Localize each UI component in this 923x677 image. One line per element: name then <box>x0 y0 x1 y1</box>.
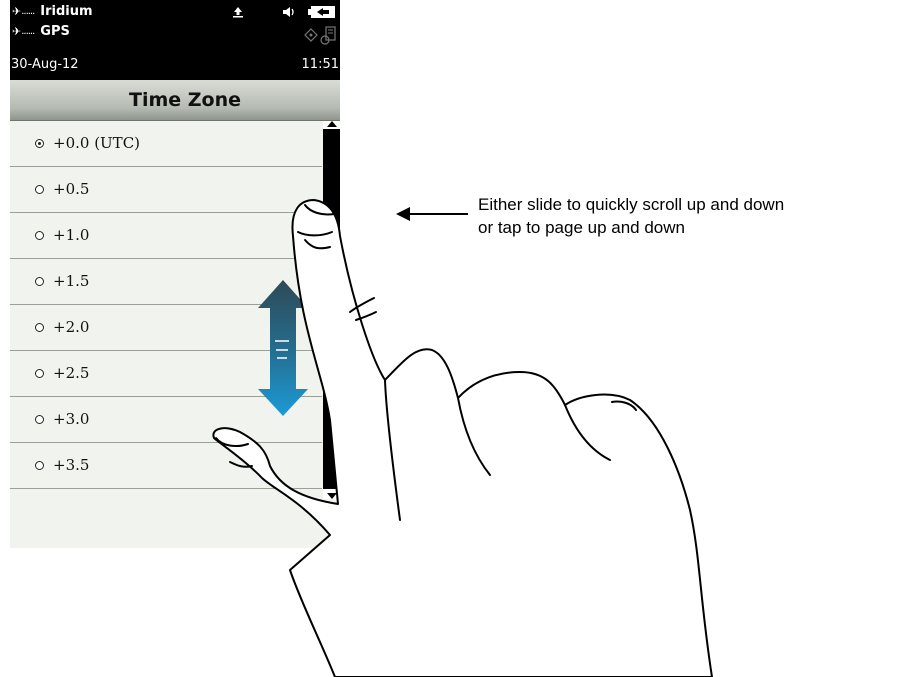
radio-button[interactable] <box>35 277 44 286</box>
status-time: 11:51 <box>301 57 339 72</box>
satellite-signal-icon: ✈ <box>12 5 22 18</box>
list-item-label: +0.0 (UTC) <box>53 134 141 152</box>
radio-button[interactable] <box>35 415 44 424</box>
scrollbar-track-lower[interactable] <box>323 331 340 489</box>
list-item[interactable]: +3.5 <box>10 443 322 489</box>
network-name-iridium: Iridium <box>40 4 93 19</box>
list-item[interactable]: +2.0 <box>10 305 322 351</box>
radio-button[interactable] <box>35 231 44 240</box>
battery-icon <box>308 6 335 18</box>
satellite-signal-icon: ✈ <box>12 25 22 38</box>
list-item-label: +1.5 <box>53 272 90 290</box>
scroll-down-arrow-icon[interactable] <box>327 493 337 499</box>
iridium-status: ✈...... Iridium <box>12 4 93 20</box>
signal-dots: ...... <box>21 26 35 37</box>
gps-target-icon <box>304 28 318 42</box>
list-item[interactable]: +0.5 <box>10 167 322 213</box>
time-zone-list: +0.0 (UTC) +0.5 +1.0 +1.5 +2.0 +2.5 +3.0 <box>10 121 322 489</box>
radio-button-selected[interactable] <box>35 139 44 148</box>
list-item-label: +1.0 <box>53 226 90 244</box>
upload-icon <box>233 7 243 18</box>
radio-button[interactable] <box>35 369 44 378</box>
list-item-label: +0.5 <box>53 180 90 198</box>
list-item[interactable]: +1.5 <box>10 259 322 305</box>
status-bar: ✈...... Iridium ✈...... GPS 30-Aug-12 11… <box>10 0 340 80</box>
device-icon <box>320 26 336 45</box>
pointer-arrow-icon <box>396 207 468 221</box>
title-bar: Time Zone <box>10 80 340 121</box>
radio-button[interactable] <box>35 323 44 332</box>
annotation-text: Either slide to quickly scroll up and do… <box>478 193 918 239</box>
list-item-label: +3.5 <box>53 456 90 474</box>
scrollbar[interactable] <box>323 121 340 499</box>
list-item-label: +2.0 <box>53 318 90 336</box>
signal-dots: ...... <box>21 6 35 17</box>
radio-button[interactable] <box>35 461 44 470</box>
speaker-icon <box>283 7 294 17</box>
list-item[interactable]: +3.0 <box>10 397 322 443</box>
list-item[interactable]: +1.0 <box>10 213 322 259</box>
status-date: 30-Aug-12 <box>11 57 79 72</box>
gps-status: ✈...... GPS <box>12 24 70 40</box>
radio-button[interactable] <box>35 185 44 194</box>
list-item[interactable]: +0.0 (UTC) <box>10 121 322 167</box>
scrollbar-track-upper[interactable] <box>323 129 340 237</box>
list-item-label: +3.0 <box>53 410 90 428</box>
page-title: Time Zone <box>128 89 241 111</box>
list-item-label: +2.5 <box>53 364 90 382</box>
network-name-gps: GPS <box>40 24 70 39</box>
list-item[interactable]: +2.5 <box>10 351 322 397</box>
annotation-line-1: Either slide to quickly scroll up and do… <box>478 195 785 214</box>
scroll-up-arrow-icon[interactable] <box>327 121 337 127</box>
device-screen: ✈...... Iridium ✈...... GPS 30-Aug-12 11… <box>10 0 340 548</box>
annotation-line-2: or tap to page up and down <box>478 218 685 237</box>
